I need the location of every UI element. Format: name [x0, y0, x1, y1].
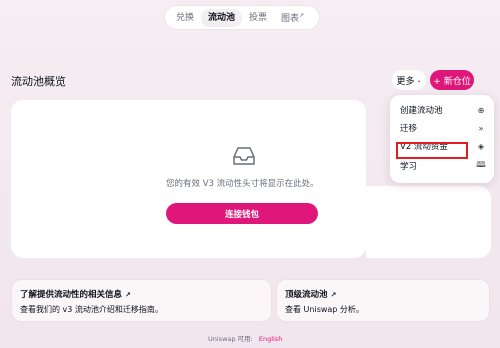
connect-wallet-button[interactable]: 连接钱包	[166, 203, 318, 224]
top-pools-card[interactable]: 顶级流动池 ↗ 查看 Uniswap 分析。	[276, 279, 490, 322]
chevron-down-icon: ⌄	[416, 76, 422, 84]
more-button[interactable]: 更多 ⌄	[392, 70, 426, 90]
external-link-icon: ↗	[330, 291, 337, 299]
menu-item-v2-liquidity[interactable]: V2 流动资金 ◈	[390, 137, 494, 155]
empty-state-text: 您的有效 V3 流动性头寸将显示在此处。	[166, 179, 319, 189]
more-label: 更多	[396, 76, 415, 87]
new-position-label: + 新仓位	[433, 76, 471, 87]
external-link-icon: ↗	[299, 12, 305, 19]
external-link-icon: ↗	[125, 291, 131, 299]
tab-charts-label: 图表	[281, 14, 300, 24]
menu-item-label: 学习	[400, 162, 418, 172]
footer: Uniswap 可用: English	[208, 333, 282, 343]
card-title-text: 顶级流动池	[285, 290, 328, 300]
tab-charts[interactable]: 图表↗	[274, 7, 311, 28]
learn-liquidity-card[interactable]: 了解提供流动性的相关信息 ↗ 查看我们的 v3 流动池介绍和迁移指南。	[11, 279, 272, 322]
double-chevron-icon: »	[478, 123, 484, 133]
card-description: 查看 Uniswap 分析。	[285, 305, 364, 314]
top-nav: 兑换 流动池 投票 图表↗	[165, 6, 319, 29]
menu-item-label: 迁移	[400, 124, 418, 134]
card-title-text: 了解提供流动性的相关信息	[20, 290, 123, 300]
menu-item-label: 创建流动池	[400, 106, 443, 116]
layers-icon: ◈	[477, 141, 485, 151]
footer-text: Uniswap 可用:	[208, 335, 253, 343]
menu-item-create-pool[interactable]: 创建流动池 ⊕	[390, 101, 494, 119]
language-link[interactable]: English	[259, 335, 282, 343]
menu-item-learn[interactable]: 学习 🕮	[390, 157, 494, 175]
book-icon: 🕮	[476, 160, 486, 169]
connect-wallet-label: 连接钱包	[224, 209, 259, 220]
card-description: 查看我们的 v3 流动池介绍和迁移指南。	[20, 305, 163, 314]
menu-item-migrate[interactable]: 迁移 »	[390, 119, 494, 137]
card-title: 了解提供流动性的相关信息 ↗	[20, 288, 263, 300]
positions-panel-extension	[366, 186, 491, 258]
page-title: 流动池概览	[11, 75, 66, 88]
tab-swap[interactable]: 兑换	[169, 9, 201, 27]
card-title: 顶级流动池 ↗	[285, 288, 481, 300]
new-position-button[interactable]: + 新仓位	[430, 70, 474, 90]
more-dropdown-menu: 创建流动池 ⊕ 迁移 » V2 流动资金 ◈ 学习 🕮	[390, 95, 494, 183]
plus-circle-icon: ⊕	[477, 105, 485, 115]
menu-item-label: V2 流动资金	[400, 142, 448, 152]
tab-vote[interactable]: 投票	[242, 9, 274, 27]
inbox-icon	[233, 147, 255, 165]
tab-pool[interactable]: 流动池	[201, 8, 243, 27]
